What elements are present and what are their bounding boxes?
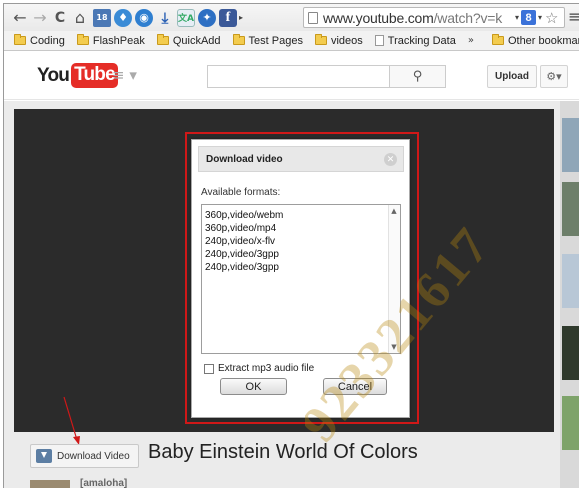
- guide-menu-icon[interactable]: ≡ ▾: [112, 66, 137, 84]
- close-icon[interactable]: ✕: [384, 153, 397, 166]
- bookmark-test-pages[interactable]: Test Pages: [232, 34, 303, 47]
- format-option[interactable]: 360p,video/webm: [202, 209, 400, 222]
- bookmark-tracking-data[interactable]: Tracking Data: [374, 35, 456, 47]
- folder-icon: [76, 34, 89, 45]
- extensions-overflow-icon[interactable]: ▸: [239, 13, 243, 22]
- red-arrow-annotation: [63, 396, 80, 445]
- video-title: Baby Einstein World Of Colors: [148, 441, 418, 463]
- upload-button[interactable]: Upload: [487, 65, 537, 88]
- search-input[interactable]: [207, 65, 390, 88]
- settings-button[interactable]: ⚙▾: [540, 65, 568, 88]
- avatar[interactable]: [30, 480, 70, 488]
- other-bookmarks[interactable]: Other bookmarks: [491, 34, 579, 47]
- folder-icon: [314, 34, 327, 45]
- cancel-button[interactable]: Cancel: [323, 378, 387, 395]
- related-thumbnail[interactable]: [562, 182, 579, 236]
- bookmark-coding[interactable]: Coding: [14, 34, 65, 47]
- page-icon: [374, 35, 384, 46]
- format-option[interactable]: 240p,video/x-flv: [202, 235, 400, 248]
- home-icon[interactable]: ⌂: [70, 8, 90, 28]
- bookmark-star-icon[interactable]: ☆: [545, 9, 558, 27]
- scroll-up-icon[interactable]: ▲: [389, 207, 399, 215]
- download-dialog: Download video ✕ Available formats: 360p…: [191, 139, 410, 418]
- gear-icon: ⚙▾: [546, 70, 562, 83]
- translate-extension-icon[interactable]: 文A: [177, 8, 195, 27]
- dialog-title: Download video: [206, 153, 283, 165]
- download-video-button[interactable]: Download Video: [30, 444, 139, 468]
- extract-mp3-label: Extract mp3 audio file: [218, 363, 315, 374]
- related-thumbnail[interactable]: [562, 118, 579, 172]
- download-icon: [36, 449, 52, 463]
- lightbulb-extension-icon[interactable]: ♦: [114, 8, 132, 27]
- format-option[interactable]: 360p,video/mp4: [202, 222, 400, 235]
- browser-toolbar: ← → C ⌂ 18 ♦ ◉ ⤓ 文A ✦ f ▸ www.youtube.co…: [4, 4, 579, 31]
- url-text[interactable]: www.youtube.com/watch?v=k: [323, 10, 513, 26]
- download-extension-icon[interactable]: ⤓: [156, 9, 174, 27]
- formats-list[interactable]: 360p,video/webm 360p,video/mp4 240p,vide…: [201, 204, 401, 354]
- formats-label: Available formats:: [201, 187, 281, 198]
- page-icon: [308, 11, 318, 24]
- format-option[interactable]: 240p,video/3gpp: [202, 248, 400, 261]
- youtube-logo[interactable]: You Tube: [37, 63, 118, 88]
- related-thumbnail[interactable]: [562, 396, 579, 450]
- bookmarks-overflow-button[interactable]: »: [468, 35, 474, 46]
- bookmarks-bar: Coding FlashPeak QuickAdd Test Pages vid…: [4, 31, 579, 51]
- dialog-title-bar: Download video ✕: [198, 146, 404, 172]
- related-thumbnail[interactable]: [562, 254, 579, 308]
- globe-extension-icon[interactable]: ◉: [135, 8, 153, 27]
- bookmark-videos[interactable]: videos: [314, 34, 363, 47]
- folder-icon: [491, 34, 504, 45]
- folder-icon: [232, 34, 245, 45]
- download-video-label: Download Video: [57, 450, 130, 462]
- facebook-extension-icon[interactable]: f: [219, 8, 237, 27]
- chrome-menu-icon[interactable]: ≡: [568, 7, 579, 26]
- scroll-down-icon[interactable]: ▼: [389, 343, 399, 351]
- youtube-header: You Tube ≡ ▾ ⚲ Upload ⚙▾: [4, 52, 579, 100]
- formats-scrollbar[interactable]: ▲ ▼: [388, 205, 400, 353]
- google-extension-icon[interactable]: 8: [521, 10, 537, 25]
- omnibox-dropdown-icon[interactable]: ▾: [515, 13, 519, 22]
- extract-mp3-checkbox[interactable]: [204, 363, 214, 374]
- search-button[interactable]: ⚲: [390, 65, 446, 88]
- bookmark-flashpeak[interactable]: FlashPeak: [76, 34, 145, 47]
- channel-row: [amaloha]: [30, 478, 210, 488]
- channel-name[interactable]: [amaloha]: [80, 478, 127, 488]
- related-thumbnail[interactable]: [562, 326, 579, 380]
- format-option[interactable]: 240p,video/3gpp: [202, 261, 400, 274]
- back-icon[interactable]: ←: [10, 8, 30, 28]
- ok-button[interactable]: OK: [220, 378, 287, 395]
- search-icon: ⚲: [412, 69, 423, 84]
- extract-mp3-row: Extract mp3 audio file: [204, 363, 314, 374]
- reload-icon[interactable]: C: [50, 8, 70, 28]
- bookmark-quickadd[interactable]: QuickAdd: [156, 34, 221, 47]
- compass-extension-icon[interactable]: ✦: [198, 8, 216, 27]
- forward-icon[interactable]: →: [30, 8, 50, 28]
- google-dropdown-icon[interactable]: ▾: [538, 13, 542, 22]
- extension-badge-count: 18: [96, 13, 108, 22]
- extension-badge-icon[interactable]: 18: [93, 8, 111, 27]
- address-bar[interactable]: www.youtube.com/watch?v=k ▾ 8 ▾ ☆: [303, 7, 565, 28]
- folder-icon: [156, 34, 169, 45]
- folder-icon: [14, 34, 26, 45]
